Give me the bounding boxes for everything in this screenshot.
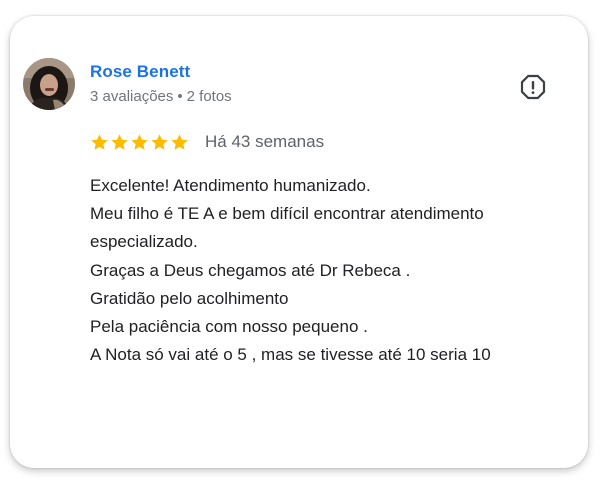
review-text-line: especializado.: [90, 232, 198, 252]
author-name[interactable]: Rose Benett: [90, 62, 190, 82]
author-meta: 3 avaliações • 2 fotos: [90, 88, 232, 105]
reviews-count: 3 avaliações: [90, 88, 174, 105]
review-text-line: Meu filho é TE A e bem difícil encontrar…: [90, 204, 484, 224]
review-text-line: Graças a Deus chegamos até Dr Rebeca .: [90, 260, 411, 280]
star-icon: [171, 133, 188, 150]
photos-count: 2 fotos: [186, 88, 232, 105]
star-icon: [111, 133, 128, 150]
review-text-line: Gratidão pelo acolhimento: [90, 288, 289, 308]
user-photo-icon: [23, 58, 75, 110]
avatar[interactable]: [23, 58, 75, 110]
review-text: Excelente! Atendimento humanizado. Meu fi…: [90, 172, 580, 369]
star-icon: [151, 133, 168, 150]
star-rating: [90, 133, 189, 152]
review-card: Rose Benett 3 avaliações • 2 fotos Há 43 s…: [10, 16, 588, 468]
review-time: Há 43 semanas: [205, 132, 325, 151]
review-text-line: Pela paciência com nosso pequeno .: [90, 317, 368, 337]
review-text-line: A Nota só vai até o 5 , mas se tivesse a…: [90, 345, 491, 365]
meta-separator: •: [177, 88, 183, 105]
review-text-line: Excelente! Atendimento humanizado.: [90, 176, 371, 195]
rating-row: Há 43 semanas: [90, 130, 324, 154]
star-icon: [91, 133, 108, 150]
report-flag-icon[interactable]: [519, 73, 547, 101]
star-icon: [131, 133, 148, 150]
